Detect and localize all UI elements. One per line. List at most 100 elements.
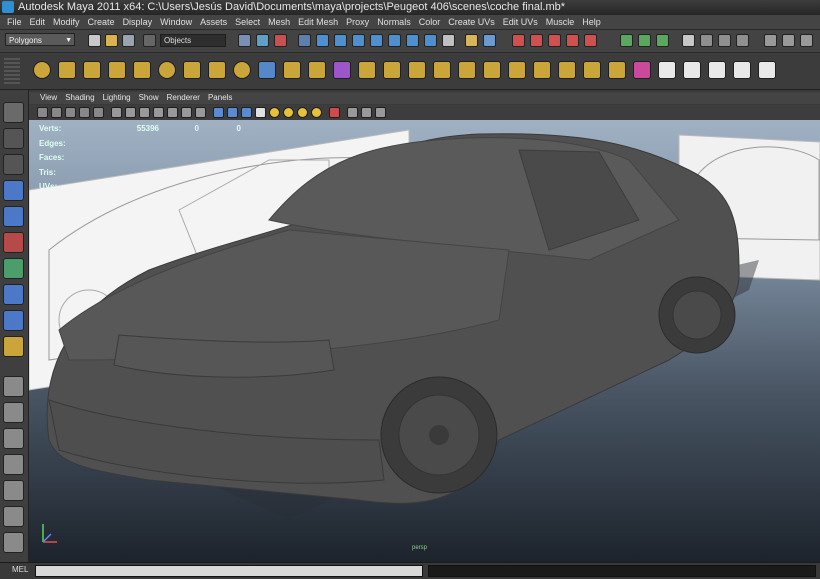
poly-cube-icon[interactable]: [58, 61, 76, 79]
menu-create-uvs[interactable]: Create UVs: [444, 15, 499, 29]
select-by-hierarchy-icon[interactable]: [238, 34, 251, 47]
backface-culling-icon[interactable]: [375, 107, 386, 118]
menu-select[interactable]: Select: [231, 15, 264, 29]
menu-mesh[interactable]: Mesh: [264, 15, 294, 29]
construction-history-icon[interactable]: [656, 34, 669, 47]
menu-assets[interactable]: Assets: [196, 15, 231, 29]
rotate-tool-icon[interactable]: [3, 206, 24, 227]
four-view-layout-icon[interactable]: [3, 402, 24, 423]
extract-icon[interactable]: [308, 61, 326, 79]
menu-edit-mesh[interactable]: Edit Mesh: [294, 15, 342, 29]
menu-proxy[interactable]: Proxy: [342, 15, 373, 29]
textured-icon[interactable]: [255, 107, 266, 118]
question-icon[interactable]: [442, 34, 455, 47]
merge-icon[interactable]: [508, 61, 526, 79]
snap-curve-icon[interactable]: [530, 34, 543, 47]
poly-cylinder-icon[interactable]: [83, 61, 101, 79]
channel-box-icon[interactable]: [764, 34, 777, 47]
panel-menu-show[interactable]: Show: [135, 92, 163, 104]
x-ray-icon[interactable]: [347, 107, 358, 118]
two-d-pan-zoom-icon[interactable]: [93, 107, 104, 118]
select-camera-icon[interactable]: [37, 107, 48, 118]
lock-selection-icon[interactable]: [465, 34, 478, 47]
split-polygon-icon[interactable]: [458, 61, 476, 79]
mask-misc-icon[interactable]: [424, 34, 437, 47]
bookmarks-icon[interactable]: [65, 107, 76, 118]
mask-deformations-icon[interactable]: [370, 34, 383, 47]
selection-mode-icon[interactable]: [143, 34, 156, 47]
attribute-editor-icon[interactable]: [782, 34, 795, 47]
menu-color[interactable]: Color: [415, 15, 445, 29]
outliner-layout-icon[interactable]: [3, 506, 24, 527]
poly-pipe-icon[interactable]: [208, 61, 226, 79]
bridge-icon[interactable]: [408, 61, 426, 79]
render-view-icon[interactable]: [682, 34, 695, 47]
menu-window[interactable]: Window: [156, 15, 196, 29]
mask-joints-icon[interactable]: [316, 34, 329, 47]
ipr-render-icon[interactable]: [718, 34, 731, 47]
high-quality-icon[interactable]: [297, 107, 308, 118]
snap-view-plane-icon[interactable]: [566, 34, 579, 47]
hypershade-layout-icon[interactable]: [3, 480, 24, 501]
mask-curves-icon[interactable]: [334, 34, 347, 47]
lasso-tool-icon[interactable]: [3, 128, 24, 149]
grid-icon[interactable]: [111, 107, 122, 118]
uv-texture-editor-icon[interactable]: [708, 61, 726, 79]
soft-modification-icon[interactable]: [3, 284, 24, 305]
perspective-viewport[interactable]: Verts: 55396 0 0 Edges: Faces: Tris: UVs…: [29, 120, 820, 562]
paint-select-tool-icon[interactable]: [3, 154, 24, 175]
resolution-gate-icon[interactable]: [139, 107, 150, 118]
script-language-toggle[interactable]: MEL: [12, 565, 28, 574]
selection-mask-field[interactable]: Objects: [160, 34, 226, 47]
panel-menu-view[interactable]: View: [36, 92, 61, 104]
menu-modify[interactable]: Modify: [49, 15, 84, 29]
poly-soccer-ball-icon[interactable]: [233, 61, 251, 79]
snap-grid-icon[interactable]: [512, 34, 525, 47]
select-tool-icon[interactable]: [3, 102, 24, 123]
render-frame-icon[interactable]: [700, 34, 713, 47]
poly-sphere-icon[interactable]: [33, 61, 51, 79]
show-manipulator-icon[interactable]: [3, 310, 24, 331]
smooth-icon[interactable]: [333, 61, 351, 79]
new-scene-icon[interactable]: [88, 34, 101, 47]
custom-layout-icon[interactable]: [3, 532, 24, 553]
poly-cone-icon[interactable]: [108, 61, 126, 79]
triangulate-icon[interactable]: [558, 61, 576, 79]
menu-muscle[interactable]: Muscle: [542, 15, 579, 29]
select-by-object-icon[interactable]: [256, 34, 269, 47]
render-settings-icon[interactable]: [736, 34, 749, 47]
command-input[interactable]: [35, 565, 423, 577]
field-chart-icon[interactable]: [167, 107, 178, 118]
menu-set-dropdown[interactable]: Polygons ▼: [5, 33, 75, 46]
shadows-icon[interactable]: [283, 107, 294, 118]
manipulator-tool-icon[interactable]: [3, 258, 24, 279]
cylindrical-mapping-icon[interactable]: [633, 61, 651, 79]
isolate-select-icon[interactable]: [329, 107, 340, 118]
extrude-face-icon[interactable]: [383, 61, 401, 79]
automatic-mapping-icon[interactable]: [683, 61, 701, 79]
wireframe-on-shaded-icon[interactable]: [241, 107, 252, 118]
panel-menu-shading[interactable]: Shading: [61, 92, 98, 104]
mask-handles-icon[interactable]: [298, 34, 311, 47]
unfold-uvs-icon[interactable]: [733, 61, 751, 79]
shelf-tab-handle[interactable]: [4, 58, 20, 84]
menu-help[interactable]: Help: [578, 15, 605, 29]
menu-create[interactable]: Create: [84, 15, 119, 29]
safe-action-icon[interactable]: [181, 107, 192, 118]
bevel-icon[interactable]: [483, 61, 501, 79]
tool-settings-icon[interactable]: [800, 34, 813, 47]
output-connections-icon[interactable]: [638, 34, 651, 47]
insert-edge-loop-icon[interactable]: [433, 61, 451, 79]
menu-display[interactable]: Display: [119, 15, 157, 29]
input-connections-icon[interactable]: [620, 34, 633, 47]
smooth-shade-icon[interactable]: [227, 107, 238, 118]
safe-title-icon[interactable]: [195, 107, 206, 118]
move-tool-icon[interactable]: [3, 180, 24, 201]
menu-normals[interactable]: Normals: [373, 15, 415, 29]
poly-prism-icon[interactable]: [183, 61, 201, 79]
scale-tool-icon[interactable]: [3, 232, 24, 253]
save-scene-icon[interactable]: [122, 34, 135, 47]
append-polygon-icon[interactable]: [358, 61, 376, 79]
gate-mask-icon[interactable]: [153, 107, 164, 118]
panel-menu-renderer[interactable]: Renderer: [163, 92, 204, 104]
